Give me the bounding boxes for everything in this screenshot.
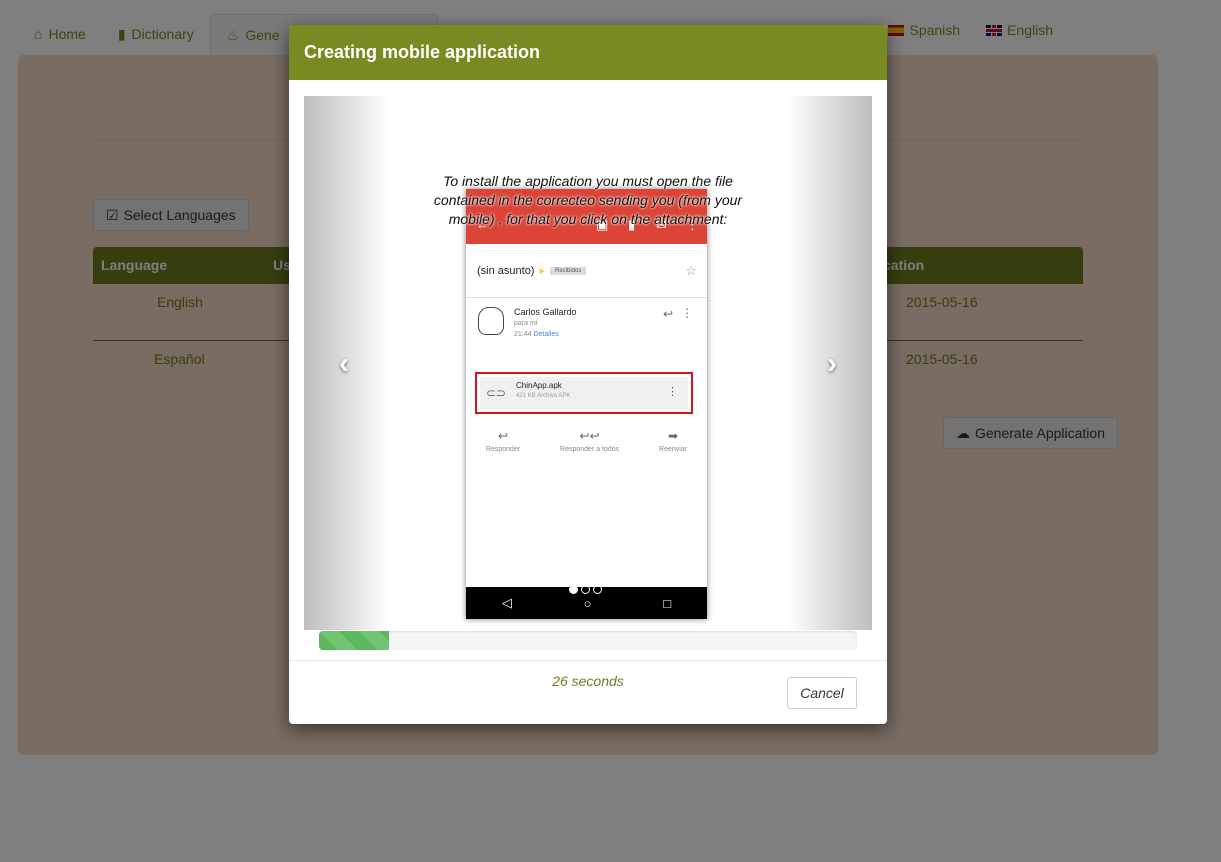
email-subject: (sin asunto) ▸ Recibidos (477, 264, 587, 277)
star-icon: ☆ (685, 263, 697, 278)
reply-icon: ↩ (662, 307, 673, 321)
action-reply-all: ↩↩ Responder a todos (560, 429, 620, 453)
carousel-dot[interactable] (593, 585, 602, 594)
carousel-next-button[interactable]: › (820, 349, 844, 379)
avatar (478, 307, 504, 335)
slide-caption: To install the application you must open… (433, 173, 743, 227)
progress-fill (319, 631, 389, 650)
carousel-dot[interactable] (581, 585, 590, 594)
action-forward: ➡ Reenviar (659, 429, 688, 453)
email-time: 21:44 Detalles (514, 331, 559, 338)
carousel-prev-button[interactable]: ‹ (332, 349, 356, 379)
inbox-tag: Recibidos (550, 266, 587, 275)
cancel-button[interactable]: Cancel (787, 677, 857, 709)
progress-bar (319, 631, 857, 650)
more-vert-icon: ⋮ (681, 306, 693, 320)
attachment-highlight: ⊂⊃ ChinApp.apk 421 KB Archivo APK ⋮ (475, 372, 693, 414)
carousel-indicators (569, 585, 602, 594)
recipient: para mí (514, 320, 538, 327)
sender-name: Carlos Gallardo (514, 307, 577, 317)
creating-app-modal: Creating mobile application ← ▣ ▮ ✉ ⋮ (s… (289, 25, 887, 724)
label-icon: ▸ (539, 265, 546, 277)
divider (466, 297, 707, 298)
email-actions: ↩ Responder ↩↩ Responder a todos ➡ Reenv… (466, 429, 707, 453)
reply-icon: ↩ (498, 429, 509, 443)
back-triangle-icon: ◁ (501, 595, 512, 610)
carousel: ← ▣ ▮ ✉ ⋮ (sin asunto) ▸ Recibidos ☆ Car… (304, 96, 872, 630)
attachment: ⊂⊃ ChinApp.apk 421 KB Archivo APK ⋮ (480, 377, 688, 409)
phone-screenshot: ← ▣ ▮ ✉ ⋮ (sin asunto) ▸ Recibidos ☆ Car… (466, 189, 707, 619)
home-circle-icon: ○ (583, 595, 592, 611)
carousel-dot[interactable] (569, 585, 578, 594)
more-vert-icon: ⋮ (667, 386, 678, 398)
paperclip-icon: ⊂⊃ (486, 386, 507, 400)
reply-all-icon: ↩↩ (579, 429, 600, 443)
forward-icon: ➡ (668, 429, 679, 443)
attachment-name: ChinApp.apk (516, 381, 562, 390)
modal-footer: 26 seconds Cancel (289, 660, 887, 724)
action-reply: ↩ Responder (485, 429, 521, 453)
attachment-size: 421 KB Archivo APK (516, 393, 571, 399)
recents-square-icon: □ (663, 595, 672, 611)
modal-title: Creating mobile application (289, 25, 887, 80)
details-link: Detalles (533, 331, 559, 338)
